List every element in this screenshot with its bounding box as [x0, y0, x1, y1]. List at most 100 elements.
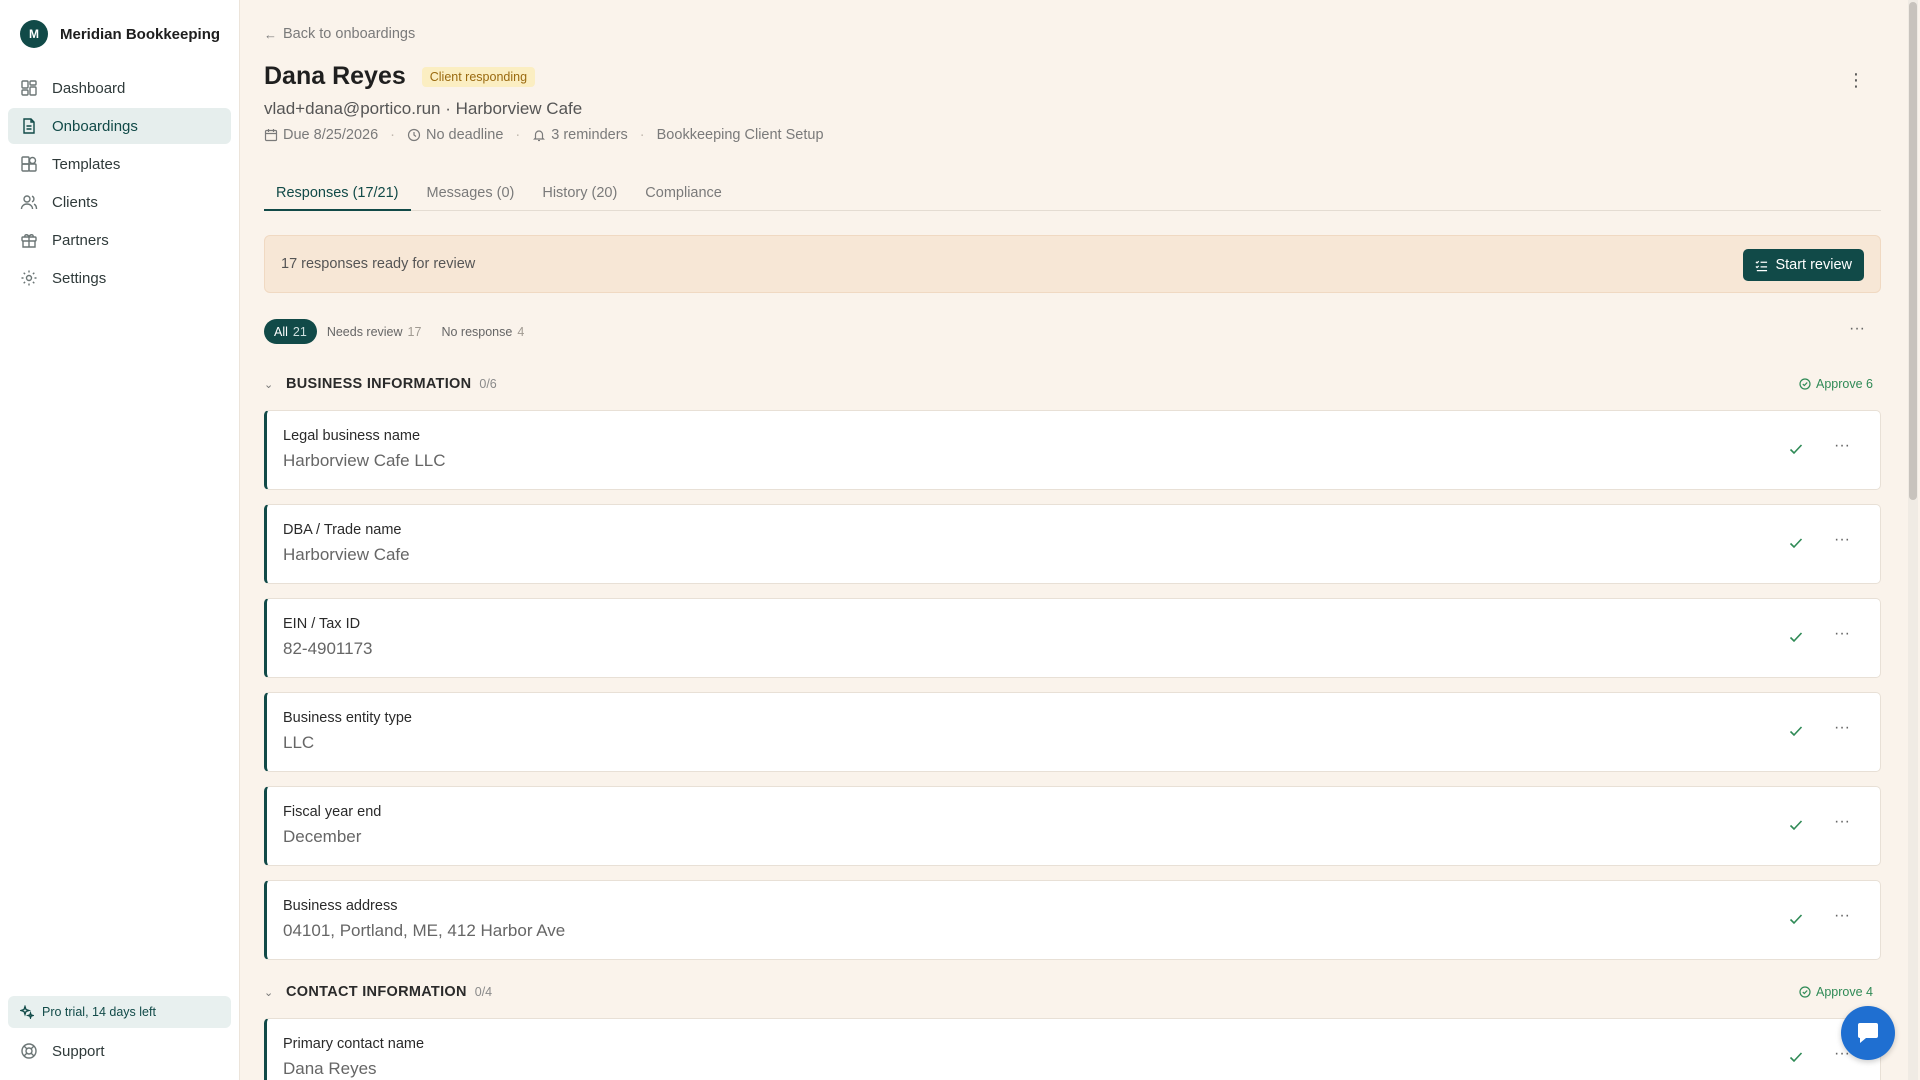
scrollbar[interactable]	[1908, 0, 1918, 1080]
tab-compliance[interactable]: Compliance	[633, 180, 734, 211]
more-options-icon[interactable]: ···	[1834, 437, 1850, 455]
filter-count: 17	[407, 324, 422, 339]
status-badge: Client responding	[421, 66, 536, 87]
field-value: Dana Reyes	[283, 1059, 377, 1078]
approve-check-icon[interactable]	[1786, 909, 1806, 929]
field-value: LLC	[283, 733, 315, 752]
brand[interactable]: M Meridian Bookkeeping	[0, 0, 239, 68]
approve-check-icon[interactable]	[1786, 627, 1806, 647]
sidebar-nav: Dashboard Onboardings Templates Clients …	[0, 70, 239, 296]
sidebar: M Meridian Bookkeeping Dashboard Onboard…	[0, 0, 240, 1080]
sidebar-item-clients[interactable]: Clients	[8, 184, 231, 220]
users-icon	[20, 193, 38, 211]
reminders: 3 reminders	[532, 127, 628, 143]
response-card[interactable]: DBA / Trade name Harborview Cafe ···	[264, 504, 1881, 584]
sidebar-item-templates[interactable]: Templates	[8, 146, 231, 182]
more-options-icon[interactable]: ⋮	[1847, 70, 1865, 91]
check-circle-icon	[1799, 378, 1811, 390]
chat-launcher-icon[interactable]	[1841, 1006, 1895, 1060]
tab-responses[interactable]: Responses (17/21)	[264, 180, 411, 211]
more-options-icon[interactable]: ···	[1834, 625, 1850, 643]
title-row: Dana Reyes Client responding	[264, 62, 536, 91]
response-card[interactable]: Legal business name Harborview Cafe LLC …	[264, 410, 1881, 490]
meta-row: Due 8/25/2026 · No deadline · 3 reminder…	[264, 127, 824, 143]
sidebar-item-partners[interactable]: Partners	[8, 222, 231, 258]
document-icon	[20, 117, 38, 135]
chevron-down-icon: ⌄	[264, 378, 274, 391]
sidebar-item-onboardings[interactable]: Onboardings	[8, 108, 231, 144]
section-header-business-information[interactable]: ⌄ BUSINESS INFORMATION 0/6 Approve 6	[264, 372, 1881, 396]
response-card[interactable]: Business address 04101, Portland, ME, 41…	[264, 880, 1881, 960]
more-options-icon[interactable]: ···	[1834, 907, 1850, 925]
list-check-icon	[1755, 259, 1768, 272]
start-review-button[interactable]: Start review	[1743, 249, 1864, 281]
tab-messages[interactable]: Messages (0)	[415, 180, 527, 211]
back-link[interactable]: ← Back to onboardings	[264, 26, 415, 42]
approve-check-icon[interactable]	[1786, 815, 1806, 835]
scrollbar-thumb[interactable]	[1909, 2, 1917, 500]
filters-more-icon[interactable]: ···	[1849, 320, 1865, 338]
deadline-label: No deadline	[425, 127, 504, 143]
section-count: 0/4	[474, 985, 493, 999]
field-label: DBA / Trade name	[283, 522, 402, 538]
field-label: Legal business name	[283, 428, 421, 444]
filter-chips: All 21 Needs review 17 No response 4	[264, 319, 534, 344]
reminders-label: 3 reminders	[551, 127, 628, 143]
calendar-icon	[264, 128, 278, 142]
field-value: 82-4901173	[283, 639, 373, 658]
more-options-icon[interactable]: ···	[1834, 719, 1850, 737]
deadline: No deadline	[407, 127, 503, 143]
support-label: Support	[52, 1042, 105, 1060]
trial-banner[interactable]: Pro trial, 14 days left	[8, 996, 231, 1028]
tab-history[interactable]: History (20)	[530, 180, 629, 211]
filter-all[interactable]: All 21	[264, 319, 317, 344]
field-value: 04101, Portland, ME, 412 Harbor Ave	[283, 921, 566, 940]
trial-label: Pro trial, 14 days left	[42, 1005, 156, 1019]
response-card[interactable]: Business entity type LLC ···	[264, 692, 1881, 772]
sidebar-item-label: Onboardings	[52, 117, 138, 135]
approve-section-button[interactable]: Approve 6	[1799, 377, 1873, 391]
field-label: Primary contact name	[283, 1036, 425, 1052]
field-label: Business address	[283, 898, 398, 914]
chevron-down-icon: ⌄	[264, 986, 274, 999]
brand-avatar: M	[20, 20, 48, 48]
meta-separator: ·	[515, 127, 521, 143]
meta-separator: ·	[390, 127, 395, 143]
field-label: Fiscal year end	[283, 804, 382, 820]
lifebuoy-icon	[20, 1042, 38, 1060]
back-label: Back to onboardings	[283, 26, 416, 42]
sparkle-icon	[20, 1005, 34, 1019]
filter-label: Needs review	[326, 324, 403, 339]
more-options-icon[interactable]: ···	[1834, 531, 1850, 549]
support-link[interactable]: Support	[8, 1034, 231, 1068]
filter-no-response[interactable]: No response 4	[431, 319, 534, 344]
page-title: Dana Reyes	[264, 62, 406, 90]
gear-icon	[20, 269, 38, 287]
review-banner-text: 17 responses ready for review	[281, 256, 476, 272]
filter-needs-review[interactable]: Needs review 17	[317, 319, 432, 344]
approve-check-icon[interactable]	[1786, 721, 1806, 741]
field-value: Harborview Cafe LLC	[283, 451, 446, 470]
approve-check-icon[interactable]	[1786, 533, 1806, 553]
sidebar-item-label: Settings	[52, 269, 107, 287]
dashboard-icon	[20, 79, 38, 97]
approve-section-button[interactable]: Approve 4	[1799, 985, 1873, 999]
start-review-label: Start review	[1775, 257, 1852, 273]
field-value: December	[283, 827, 362, 846]
due-label: Due 8/25/2026	[283, 127, 379, 143]
sidebar-item-dashboard[interactable]: Dashboard	[8, 70, 231, 106]
section-header-contact-information[interactable]: ⌄ CONTACT INFORMATION 0/4 Approve 4	[264, 980, 1881, 1004]
field-value: Harborview Cafe	[283, 545, 410, 564]
response-card[interactable]: Primary contact name Dana Reyes ···	[264, 1018, 1881, 1080]
approve-check-icon[interactable]	[1786, 1047, 1806, 1067]
section-title: BUSINESS INFORMATION	[286, 376, 472, 392]
response-card[interactable]: EIN / Tax ID 82-4901173 ···	[264, 598, 1881, 678]
field-label: EIN / Tax ID	[283, 616, 361, 632]
response-card[interactable]: Fiscal year end December ···	[264, 786, 1881, 866]
sidebar-item-label: Partners	[52, 231, 109, 249]
sidebar-item-settings[interactable]: Settings	[8, 260, 231, 296]
approve-check-icon[interactable]	[1786, 439, 1806, 459]
due-date: Due 8/25/2026	[264, 127, 378, 143]
more-options-icon[interactable]: ···	[1834, 813, 1850, 831]
check-circle-icon	[1799, 986, 1811, 998]
